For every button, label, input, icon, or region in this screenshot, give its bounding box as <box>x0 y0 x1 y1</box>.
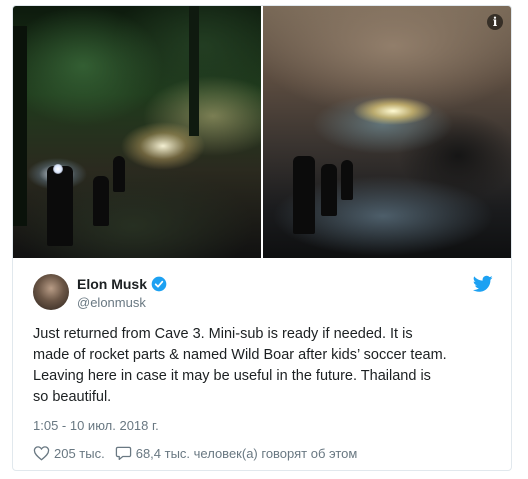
person-figure <box>113 156 125 192</box>
tweet-header: Elon Musk @elonmusk <box>33 271 493 311</box>
author-name-row[interactable]: Elon Musk <box>77 275 167 293</box>
headlamp-light <box>53 164 63 174</box>
person-figure <box>321 164 337 216</box>
tweet-media: i <box>13 6 511 258</box>
tweet-timestamp[interactable]: 1:05 - 10 июл. 2018 г. <box>33 418 159 433</box>
like-count: 205 тыс. <box>54 445 105 461</box>
tweet-text: Just returned from Cave 3. Mini-sub is r… <box>33 326 447 405</box>
photo-cave-entrance[interactable]: i <box>263 6 511 258</box>
person-figure <box>341 160 353 200</box>
embedded-tweet-card[interactable]: i Elon Musk @elonmusk Just returned from… <box>12 5 512 471</box>
person-figure <box>93 176 109 226</box>
author-handle[interactable]: @elonmusk <box>77 294 167 312</box>
twitter-bird-icon[interactable] <box>473 275 493 293</box>
person-figure <box>293 156 315 234</box>
info-icon[interactable]: i <box>487 14 503 30</box>
talking-about-link[interactable]: 68,4 тыс. человек(а) говорят об этом <box>115 445 358 461</box>
tree-trunk <box>13 26 27 226</box>
tweet-actions: 205 тыс. 68,4 тыс. человек(а) говорят об… <box>33 443 367 463</box>
author-name[interactable]: Elon Musk <box>77 275 147 293</box>
verified-badge-icon <box>151 276 167 292</box>
talking-count: 68,4 тыс. человек(а) говорят об этом <box>135 445 358 461</box>
author-block: Elon Musk @elonmusk <box>77 275 167 312</box>
like-button[interactable]: 205 тыс. <box>33 445 105 461</box>
tree-trunk <box>189 6 199 136</box>
heart-icon <box>33 446 50 461</box>
photo-jungle-camp[interactable] <box>13 6 261 258</box>
avatar[interactable] <box>33 274 69 310</box>
speech-bubble-icon <box>115 446 131 461</box>
person-figure <box>47 166 73 246</box>
